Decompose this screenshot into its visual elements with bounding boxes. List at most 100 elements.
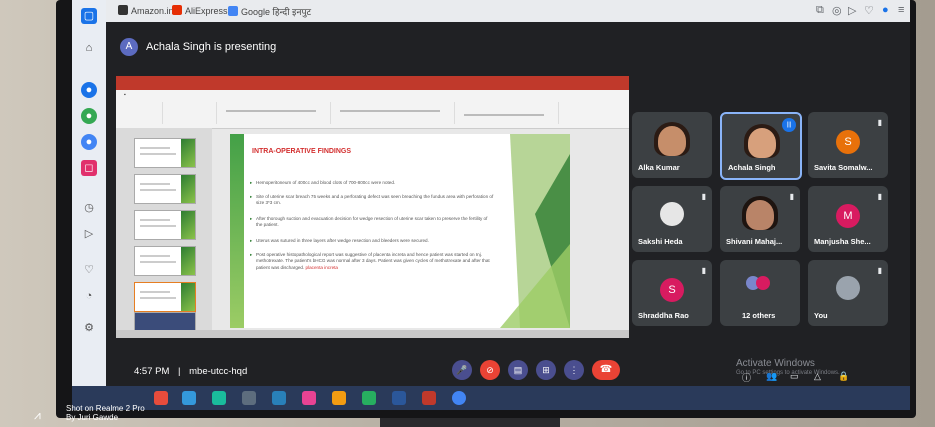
slide-bullet: Uterus was sutured in three layers after… <box>250 238 494 245</box>
microphone-icon: 🎤 <box>456 365 468 375</box>
play-icon[interactable]: ▷ <box>848 4 856 17</box>
meeting-details: 4:57 PM | mbe-utcc-hqd <box>134 366 247 377</box>
ribbon-group <box>122 102 163 124</box>
clock-icon[interactable]: ◔ <box>81 288 97 304</box>
camera-watermark: Shot on Realme 2 Pro By Juri Gawde <box>66 404 145 422</box>
camera-toggle-button[interactable]: ⊘ <box>480 360 500 380</box>
ribbon-tab: ▪ <box>124 92 126 98</box>
self-tile[interactable]: ▮ You <box>808 260 888 326</box>
meeting-separator: | <box>178 366 181 377</box>
instagram-icon[interactable]: ◻ <box>81 160 97 176</box>
profile-icon[interactable]: ● <box>882 4 889 16</box>
presenting-text: Achala Singh is presenting <box>146 41 277 53</box>
powerpoint-titlebar <box>116 76 629 90</box>
app-icon[interactable]: ▢ <box>81 8 97 24</box>
participant-tile[interactable]: ▮ Sakshi Heda <box>632 186 712 252</box>
participant-tile-active[interactable]: ||| Achala Singh <box>720 112 802 180</box>
ribbon-group <box>334 102 455 124</box>
side-launcher: ▢ ⌂ ● ● ● ◻ ◷ ▷ ♡ ◔ ⚙ <box>72 0 106 398</box>
people-icon[interactable]: 👥 <box>766 371 777 382</box>
participant-tile[interactable]: M ▮ Manjusha She... <box>808 186 888 252</box>
slide-highlight: placenta increta <box>305 264 338 270</box>
info-icon[interactable]: ⓘ <box>742 371 751 384</box>
mic-toggle-button[interactable]: 🎤 <box>452 360 472 380</box>
meeting-time: 4:57 PM <box>134 366 170 377</box>
menu-icon[interactable]: ≡ <box>898 4 904 16</box>
messenger-icon[interactable]: ● <box>81 82 97 98</box>
slide-decoration <box>230 134 244 328</box>
home-icon[interactable]: ⌂ <box>81 40 97 56</box>
taskbar-app-icon[interactable] <box>302 391 316 405</box>
muted-mic-icon: ▮ <box>877 192 882 201</box>
present-button[interactable]: ⊞ <box>536 360 556 380</box>
camera-off-icon: ⊘ <box>486 365 494 375</box>
lock-icon[interactable]: 🔒 <box>838 371 849 382</box>
ribbon-group <box>166 102 217 124</box>
participant-avatar: S <box>836 130 860 154</box>
slide-thumbnail <box>134 174 196 204</box>
chat-icon[interactable]: ▭ <box>790 371 799 382</box>
activities-icon[interactable]: △ <box>814 371 821 382</box>
extension-icon[interactable]: ⧉ <box>816 4 824 17</box>
participant-tile[interactable]: S ▮ Savita Somalw... <box>808 112 888 178</box>
slide-thumbnail <box>134 210 196 240</box>
participant-tile[interactable]: Alka Kumar <box>632 112 712 178</box>
bookmark-aliexpress[interactable]: AliExpress <box>172 5 228 16</box>
telegram-icon[interactable]: ● <box>81 134 97 150</box>
ribbon-group <box>458 102 559 124</box>
participant-tile[interactable]: S ▮ Shraddha Rao <box>632 260 712 326</box>
settings-icon[interactable]: ⚙ <box>81 320 97 336</box>
ribbon-group <box>220 102 331 124</box>
ribbon-control <box>226 110 316 112</box>
captions-button[interactable]: ▤ <box>508 360 528 380</box>
send-icon[interactable]: ▷ <box>81 226 97 242</box>
end-call-button[interactable]: ☎ <box>592 360 620 380</box>
participant-name: Savita Somalw... <box>814 163 873 172</box>
taskbar-chrome-icon[interactable] <box>452 391 466 405</box>
whatsapp-icon[interactable]: ● <box>81 108 97 124</box>
slide-title: INTRA-OPERATIVE FINDINGS <box>252 148 352 155</box>
slide-bullet: Hemoperitoneum of 400cc and blood clots … <box>250 180 494 187</box>
bookmarks-bar: Amazon.in AliExpress Google हिन्दी इनपुट… <box>106 0 910 22</box>
muted-mic-icon: ▮ <box>701 266 706 275</box>
favorite-icon[interactable]: ♡ <box>864 4 874 17</box>
taskbar-app-icon[interactable] <box>362 391 376 405</box>
monitor-screen: ▢ ⌂ ● ● ● ◻ ◷ ▷ ♡ ◔ ⚙ Amazon.in AliExpre… <box>72 0 910 398</box>
taskbar-app-icon[interactable] <box>272 391 286 405</box>
taskbar-app-icon[interactable] <box>182 391 196 405</box>
participant-name: Shraddha Rao <box>638 311 689 320</box>
slide-bullet: Post operative histopathological report … <box>250 252 494 271</box>
slide-bullet-text: Post operative histopathological report … <box>256 252 490 270</box>
taskbar-app-icon[interactable] <box>242 391 256 405</box>
slide-bullet: After thorough suction and evacuation de… <box>250 216 494 229</box>
watermark-line-2: By Juri Gawde <box>66 413 119 422</box>
powerpoint-statusbar <box>116 330 629 338</box>
current-slide: INTRA-OPERATIVE FINDINGS Hemoperitoneum … <box>230 134 570 328</box>
participant-name: You <box>814 311 828 320</box>
screenshot-icon[interactable]: ◎ <box>832 4 842 17</box>
more-options-button[interactable]: ⋮ <box>564 360 584 380</box>
taskbar-word-icon[interactable] <box>392 391 406 405</box>
taskbar-app-icon[interactable] <box>212 391 226 405</box>
slide-thumbnail <box>134 138 196 168</box>
taskbar-app-icon[interactable] <box>154 391 168 405</box>
others-tile[interactable]: 12 others <box>720 260 800 326</box>
heart-icon[interactable]: ♡ <box>81 262 97 278</box>
end-call-icon: ☎ <box>599 364 613 375</box>
taskbar-powerpoint-icon[interactable] <box>422 391 436 405</box>
taskbar-app-icon[interactable] <box>332 391 346 405</box>
activate-windows-title: Activate Windows <box>736 358 815 369</box>
history-icon[interactable]: ◷ <box>81 200 97 216</box>
bookmark-amazon[interactable]: Amazon.in <box>118 5 174 16</box>
slide-thumbnails <box>116 128 212 338</box>
participant-tile[interactable]: ▮ Shivani Mahaj... <box>720 186 800 252</box>
amazon-icon <box>118 5 128 15</box>
windows-taskbar <box>72 386 910 410</box>
captions-icon: ▤ <box>513 365 523 375</box>
speaking-indicator-icon: ||| <box>782 118 796 132</box>
bookmark-google-input[interactable]: Google हिन्दी इनपुट <box>228 5 311 18</box>
powerpoint-ribbon: ▪ <box>116 90 629 129</box>
present-icon: ⊞ <box>542 365 550 375</box>
participant-avatar: S <box>660 278 684 302</box>
slide-green-shapes <box>500 134 570 328</box>
